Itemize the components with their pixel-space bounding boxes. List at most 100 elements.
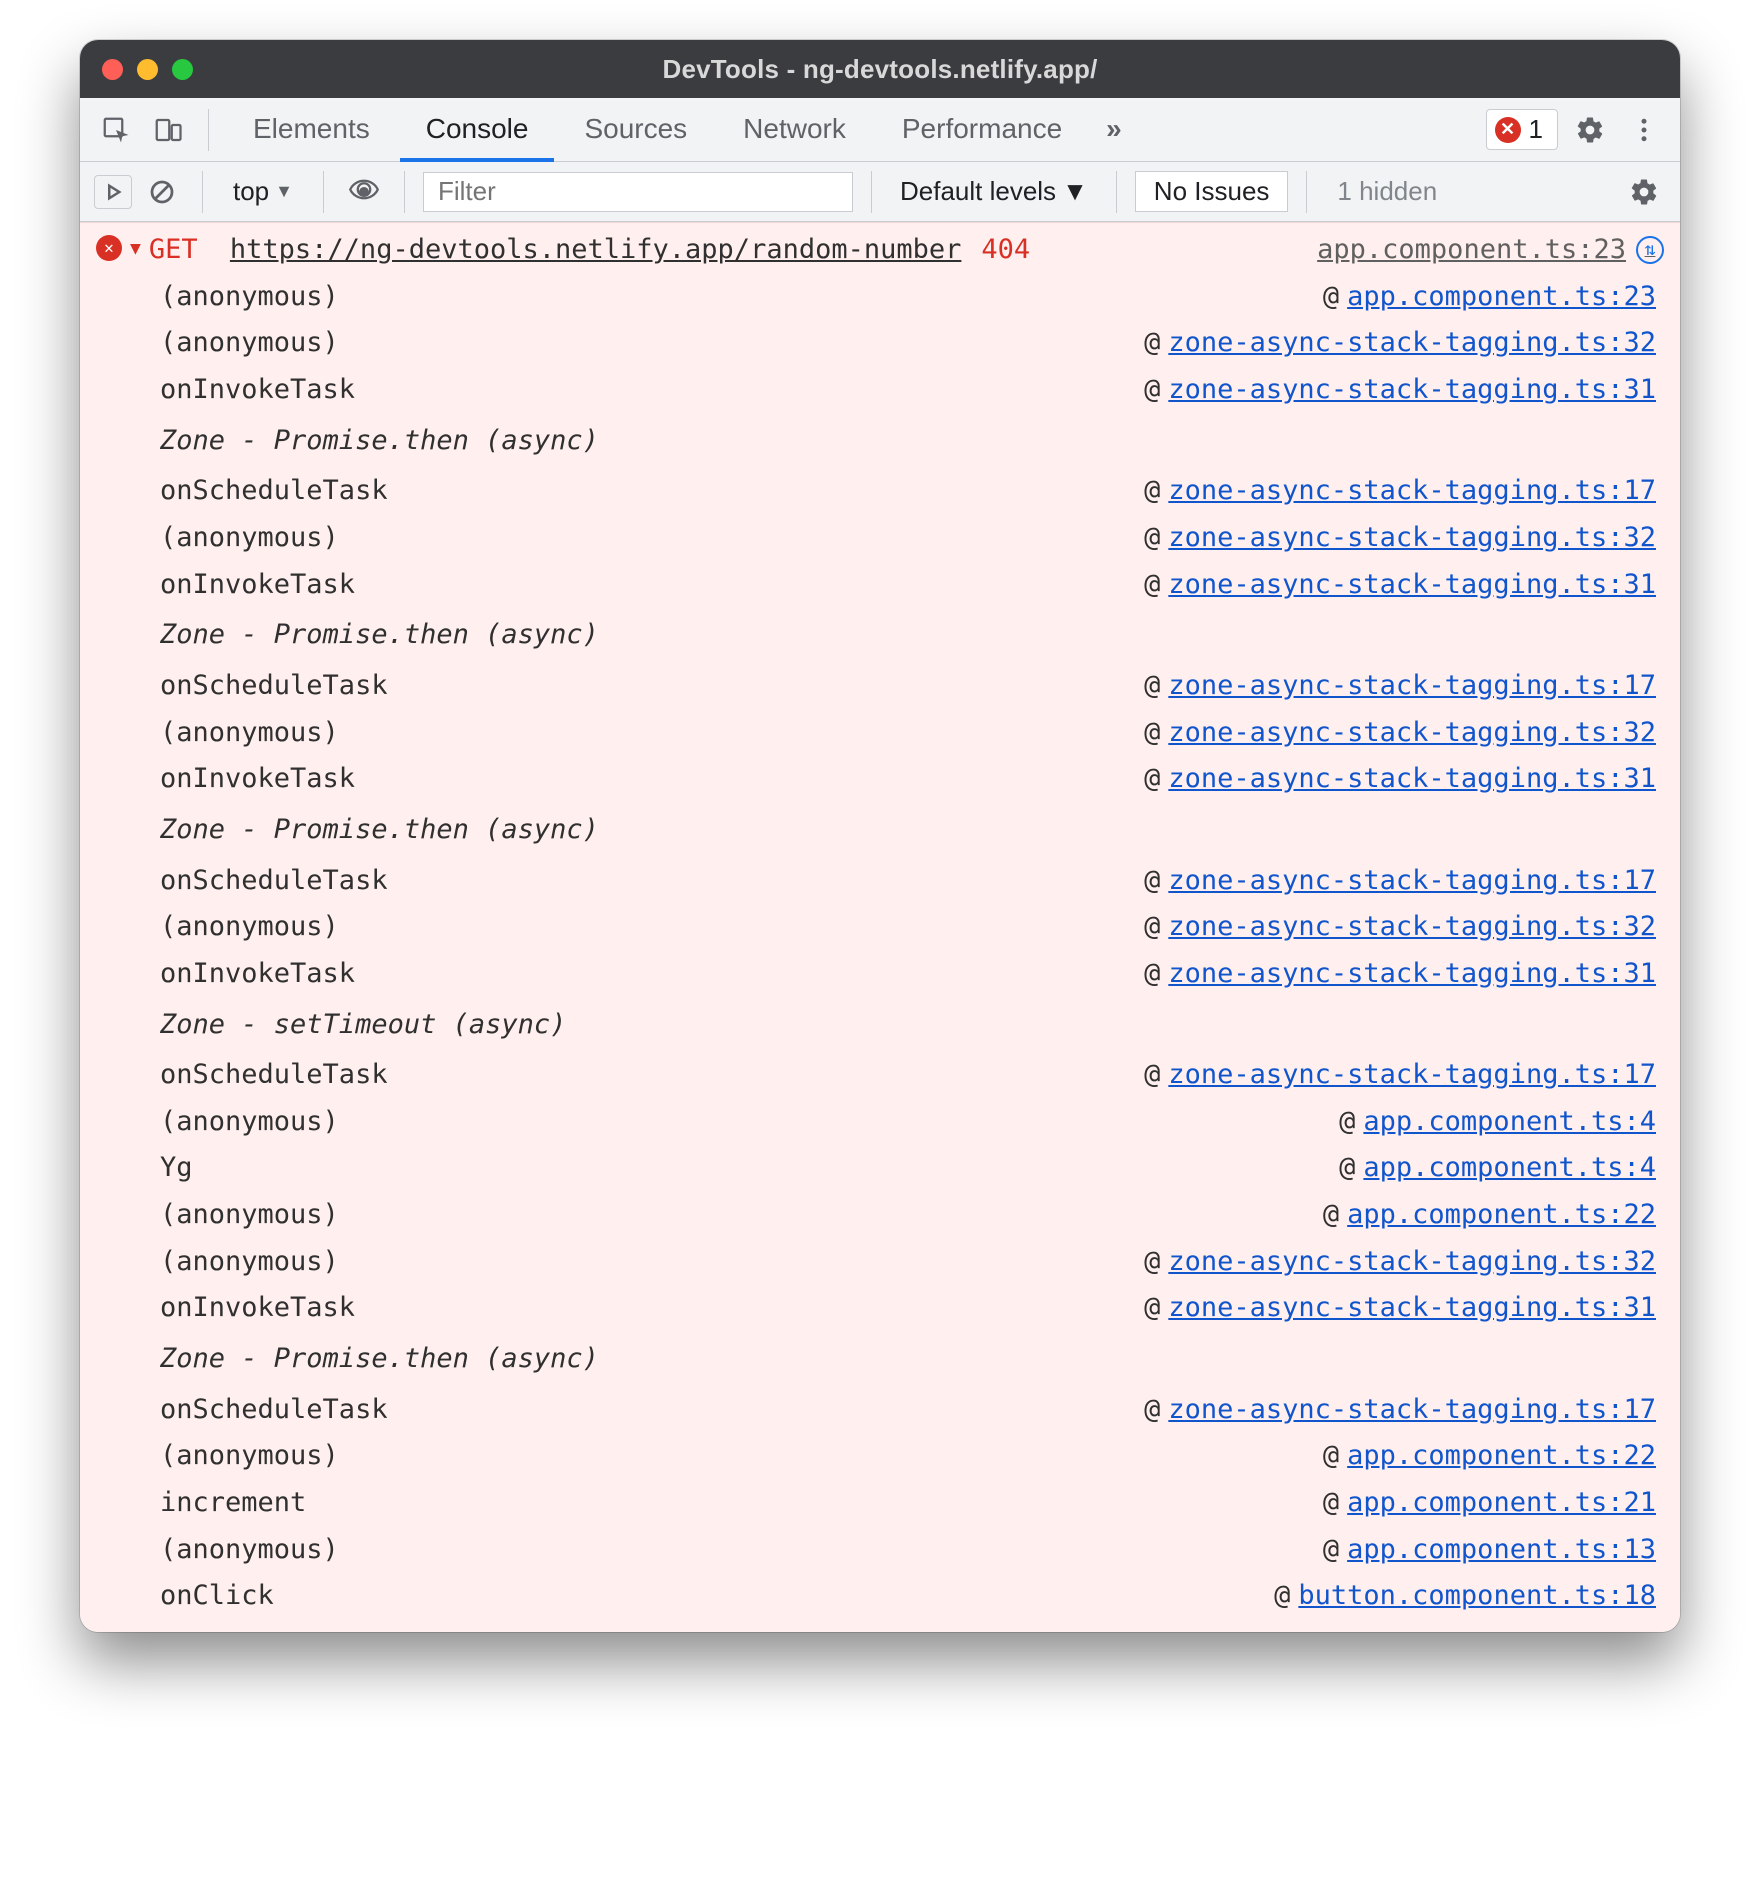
tab-more-icon[interactable]: » [1092, 99, 1136, 162]
source-link[interactable]: zone-async-stack-tagging.ts:32 [1168, 522, 1656, 553]
main-tabstrip: Elements Console Sources Network Perform… [80, 98, 1680, 162]
frame-location: @ app.component.ts:22 [1283, 1435, 1656, 1478]
minimize-window-button[interactable] [137, 59, 158, 80]
source-link[interactable]: app.component.ts:21 [1347, 1487, 1656, 1518]
source-link[interactable]: zone-async-stack-tagging.ts:17 [1168, 670, 1656, 701]
frame-function: increment [160, 1482, 306, 1525]
stack-frame: onInvokeTask@zone-async-stack-tagging.ts… [160, 756, 1656, 803]
frame-location: @zone-async-stack-tagging.ts:17 [1104, 1389, 1656, 1432]
inspect-element-icon[interactable] [94, 108, 138, 152]
disclosure-triangle-icon[interactable]: ▼ [130, 235, 141, 263]
stack-frame: onScheduleTask@zone-async-stack-tagging.… [160, 663, 1656, 710]
at-sign: @ [1323, 1440, 1339, 1471]
frame-function: (anonymous) [160, 1194, 339, 1237]
source-link[interactable]: zone-async-stack-tagging.ts:32 [1168, 717, 1656, 748]
frame-location: @app.component.ts:21 [1283, 1482, 1656, 1525]
source-link[interactable]: app.component.ts:22 [1347, 1440, 1656, 1471]
tab-sources[interactable]: Sources [558, 99, 713, 162]
frame-function: (anonymous) [160, 276, 339, 319]
divider [323, 171, 324, 213]
stack-frame: (anonymous)@app.component.ts:22 [160, 1433, 1656, 1480]
issues-button[interactable]: No Issues [1135, 171, 1289, 212]
stack-frame: onScheduleTask@zone-async-stack-tagging.… [160, 468, 1656, 515]
clear-console-icon[interactable] [140, 170, 184, 214]
settings-icon[interactable] [1568, 108, 1612, 152]
reload-icon[interactable]: ⇅ [1636, 236, 1664, 264]
titlebar: DevTools - ng-devtools.netlify.app/ [80, 40, 1680, 98]
source-link[interactable]: zone-async-stack-tagging.ts:32 [1168, 911, 1656, 942]
error-count-pill[interactable]: ✕ 1 [1486, 109, 1558, 150]
http-status: 404 [981, 229, 1030, 272]
stack-frame: (anonymous) @ app.component.ts:23 [160, 274, 1656, 321]
live-expression-icon[interactable] [342, 170, 386, 214]
source-link[interactable]: app.component.ts:23 [1347, 281, 1656, 312]
at-sign: @ [1144, 958, 1160, 989]
source-link[interactable]: app.component.ts:13 [1347, 1534, 1656, 1565]
frame-location: @ zone-async-stack-tagging.ts:17 [1104, 860, 1656, 903]
console-message-header: ✕ ▼ GET https://ng-devtools.netlify.app/… [80, 222, 1680, 274]
async-zone-label: Zone - Promise.then (async) [160, 414, 1656, 469]
console-settings-icon[interactable] [1622, 170, 1666, 214]
request-url-link[interactable]: https://ng-devtools.netlify.app/random-n… [230, 229, 962, 272]
source-link[interactable]: zone-async-stack-tagging.ts:17 [1168, 865, 1656, 896]
stack-frame: onInvokeTask@zone-async-stack-tagging.ts… [160, 1285, 1656, 1332]
tab-network[interactable]: Network [717, 99, 872, 162]
frame-location: @ zone-async-stack-tagging.ts:31 [1104, 758, 1656, 801]
frame-location: @ zone-async-stack-tagging.ts:17 [1104, 665, 1656, 708]
device-toolbar-icon[interactable] [146, 108, 190, 152]
frame-location: @zone-async-stack-tagging.ts:31 [1104, 369, 1656, 412]
log-levels-selector[interactable]: Default levels ▼ [890, 176, 1098, 207]
source-link[interactable]: zone-async-stack-tagging.ts:32 [1168, 327, 1656, 358]
source-link[interactable]: zone-async-stack-tagging.ts:31 [1168, 1292, 1656, 1323]
at-sign: @ [1144, 1246, 1160, 1277]
tab-console[interactable]: Console [400, 99, 555, 162]
at-sign: @ [1144, 569, 1160, 600]
source-link[interactable]: zone-async-stack-tagging.ts:17 [1168, 1394, 1656, 1425]
frame-location: @app.component.ts:22 [1283, 1194, 1656, 1237]
toggle-sidebar-icon[interactable] [94, 175, 132, 209]
frame-function: (anonymous) [160, 1241, 339, 1284]
at-sign: @ [1274, 1580, 1290, 1611]
context-selector-value: top [233, 176, 269, 207]
async-zone-label: Zone - setTimeout (async) [160, 998, 1656, 1053]
zoom-window-button[interactable] [172, 59, 193, 80]
frame-function: (anonymous) [160, 712, 339, 755]
stack-frame: increment @app.component.ts:21 [160, 1480, 1656, 1527]
close-window-button[interactable] [102, 59, 123, 80]
source-link[interactable]: app.component.ts:4 [1363, 1152, 1656, 1183]
frame-location: @zone-async-stack-tagging.ts:32 [1104, 517, 1656, 560]
divider [202, 171, 203, 213]
stack-frame: onScheduleTask@zone-async-stack-tagging.… [160, 1387, 1656, 1434]
source-link[interactable]: button.component.ts:18 [1298, 1580, 1656, 1611]
tab-elements[interactable]: Elements [227, 99, 396, 162]
source-link[interactable]: zone-async-stack-tagging.ts:17 [1168, 475, 1656, 506]
source-link[interactable]: zone-async-stack-tagging.ts:17 [1168, 1059, 1656, 1090]
source-link[interactable]: zone-async-stack-tagging.ts:32 [1168, 1246, 1656, 1277]
source-link[interactable]: zone-async-stack-tagging.ts:31 [1168, 763, 1656, 794]
context-selector[interactable]: top ▼ [221, 172, 305, 211]
at-sign: @ [1144, 763, 1160, 794]
error-icon: ✕ [96, 235, 122, 261]
message-origin-link[interactable]: app.component.ts:23 ⇅ [1317, 229, 1664, 272]
frame-function: onScheduleTask [160, 1054, 388, 1097]
at-sign: @ [1323, 281, 1339, 312]
async-zone-label: Zone - Promise.then (async) [160, 1332, 1656, 1387]
source-link[interactable]: zone-async-stack-tagging.ts:31 [1168, 958, 1656, 989]
source-link[interactable]: app.component.ts:4 [1363, 1106, 1656, 1137]
divider [1116, 171, 1117, 213]
frame-location: @ app.component.ts:4 [1299, 1147, 1656, 1190]
source-link[interactable]: zone-async-stack-tagging.ts:31 [1168, 569, 1656, 600]
stack-frame: onInvokeTask@zone-async-stack-tagging.ts… [160, 562, 1656, 609]
kebab-menu-icon[interactable] [1622, 108, 1666, 152]
filter-input[interactable] [423, 172, 853, 212]
frame-location: @zone-async-stack-tagging.ts:32 [1104, 906, 1656, 949]
frame-location: @zone-async-stack-tagging.ts:17 [1104, 470, 1656, 513]
source-link[interactable]: app.component.ts:22 [1347, 1199, 1656, 1230]
window-title: DevTools - ng-devtools.netlify.app/ [80, 54, 1680, 85]
frame-location: @zone-async-stack-tagging.ts:32 [1104, 322, 1656, 365]
source-link[interactable]: zone-async-stack-tagging.ts:31 [1168, 374, 1656, 405]
at-sign: @ [1144, 865, 1160, 896]
tab-performance[interactable]: Performance [876, 99, 1088, 162]
at-sign: @ [1144, 670, 1160, 701]
at-sign: @ [1339, 1152, 1355, 1183]
